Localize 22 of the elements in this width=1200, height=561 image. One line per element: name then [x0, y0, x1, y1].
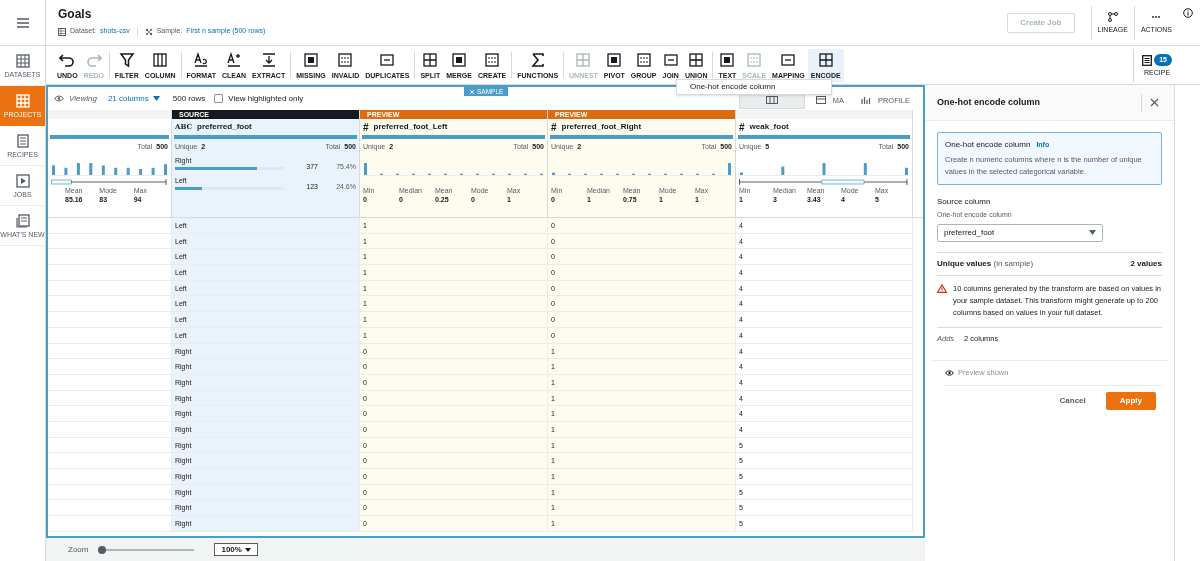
page-title: Goals [58, 8, 93, 21]
panel-title: One-hot encode column [937, 95, 1041, 109]
column-name[interactable]: preferred_foot [197, 121, 252, 133]
rows-count: 500 rows [172, 92, 206, 105]
unique-values-label: Unique values (in sample) [937, 257, 1034, 270]
zoom-dropdown[interactable]: 100% [214, 543, 258, 556]
type-label: # [363, 120, 369, 135]
columns-dropdown[interactable]: 21 columns [107, 92, 160, 105]
column-name[interactable]: weak_foot [749, 121, 789, 133]
column-name[interactable]: preferred_foot_Right [561, 121, 642, 133]
info-title: One-hot encode column [945, 139, 1031, 151]
viewing-label: Viewing [69, 92, 97, 105]
cancel-button[interactable]: Cancel [1053, 391, 1092, 410]
unique-values-count: 2 values [1130, 257, 1162, 270]
menu-item[interactable]: One-hot encode column [677, 81, 831, 93]
column-name[interactable]: preferred_foot_Left [373, 121, 448, 133]
source-select[interactable]: preferred_foot [937, 223, 1103, 242]
type-label: # [739, 120, 745, 135]
zoom-label: Zoom [68, 543, 89, 556]
type-label: # [551, 120, 557, 135]
field-label: Source column [937, 196, 992, 208]
checkbox-label: View highlighted only [228, 92, 304, 105]
